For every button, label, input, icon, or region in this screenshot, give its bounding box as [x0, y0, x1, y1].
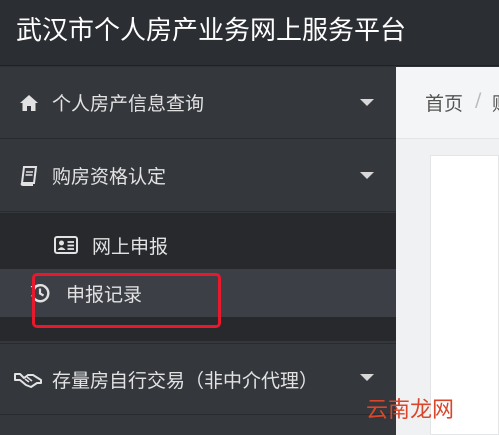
sidebar-item-label: 个人房产信息查询	[52, 93, 205, 115]
chevron-down-icon[interactable]	[360, 99, 374, 106]
breadcrumb-current: 购	[492, 89, 499, 116]
main-content: 首页 / 购	[396, 67, 499, 435]
breadcrumb: 首页 / 购	[396, 67, 499, 139]
sidebar-item-label: 购房资格认定	[52, 166, 167, 188]
breadcrumb-separator: /	[475, 89, 482, 111]
top-bar: 武汉市个人房产业务网上服务平台	[0, 0, 499, 66]
watermark: 云南龙网	[366, 398, 455, 423]
sidebar-item-house-info-query[interactable]: 个人房产信息查询	[0, 67, 396, 139]
app-title: 武汉市个人房产业务网上服务平台	[16, 16, 407, 46]
sidebar-item-purchase-qualification[interactable]: 购房资格认定	[0, 140, 396, 212]
sidebar-item-existing-house-trade[interactable]: 存量房自行交易（非中介代理）	[0, 343, 396, 415]
breadcrumb-home-link[interactable]: 首页	[425, 89, 463, 116]
sidebar-subitem-label: 网上申报	[92, 235, 169, 258]
chevron-down-icon[interactable]	[360, 172, 374, 179]
sidebar-subitem-online-declaration[interactable]: 网上申报	[0, 221, 396, 269]
red-highlight-box	[32, 273, 221, 328]
id-card-icon	[54, 234, 78, 256]
handshake-icon	[14, 368, 42, 390]
chevron-down-icon[interactable]	[360, 374, 374, 381]
home-icon	[18, 92, 40, 114]
book-icon	[18, 165, 40, 187]
sidebar-item-label: 存量房自行交易（非中介代理）	[52, 369, 319, 392]
sidebar: 个人房产信息查询 购房资格认定 网上申报 申报记录 存量房自行交易（非中介代理）	[0, 67, 396, 435]
